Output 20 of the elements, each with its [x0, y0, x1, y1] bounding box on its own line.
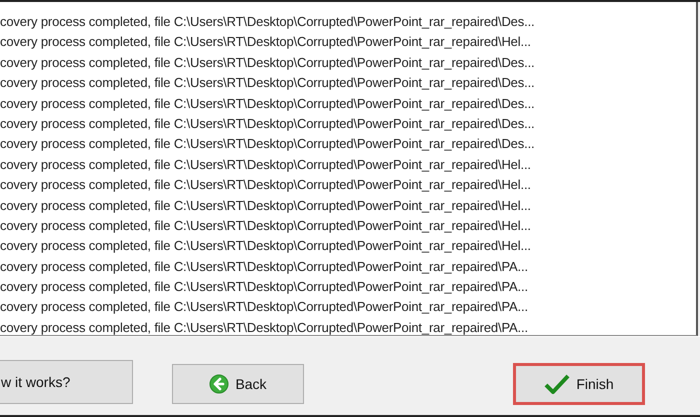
finish-button[interactable]: Finish — [513, 363, 645, 405]
log-line: covery process completed, file C:\Users\RT\Desktop\Corrupted\PowerPoint_rar_repaired\PA... — [0, 278, 529, 296]
back-button[interactable]: Back — [172, 364, 304, 404]
log-line: covery process completed, file C:\Users\RT\Desktop\Corrupted\PowerPoint_rar_repaired\Des... — [0, 54, 536, 72]
log-line: covery process completed, file C:\Users\RT\Desktop\Corrupted\PowerPoint_rar_repaired\Hel... — [0, 216, 532, 235]
log-line: covery process completed, file C:\Users\RT\Desktop\Corrupted\PowerPoint_rar_repaired\Hel... — [0, 156, 532, 174]
help-button[interactable]: w it works? — [0, 360, 133, 404]
log-line: covery process completed, file C:\Users\RT\Desktop\Corrupted\PowerPoint_rar_repaired\Hel... — [0, 237, 532, 256]
checkmark-icon — [544, 374, 570, 394]
log-line: covery process completed, file C:\Users\RT\Desktop\Corrupted\PowerPoint_rar_repaired\PA... — [0, 298, 529, 316]
log-line: covery process completed, file C:\Users\RT\Desktop\Corrupted\PowerPoint_rar_repaired\Des... — [0, 74, 536, 92]
log-line: covery process completed, file C:\Users\RT\Desktop\Corrupted\PowerPoint_rar_repaired\Hel... — [0, 196, 532, 215]
log-line: covery process completed, file C:\Users\RT\Desktop\Corrupted\PowerPoint_rar_repaired\Des... — [0, 114, 536, 133]
log-line: covery process completed, file C:\Users\RT\Desktop\Corrupted\PowerPoint_rar_repaired\Des... — [0, 135, 536, 154]
log-line: covery process completed, file C:\Users\RT\Desktop\Corrupted\PowerPoint_rar_repaired\PA... — [0, 318, 529, 335]
log-line: covery process completed, file C:\Users\RT\Desktop\Corrupted\PowerPoint_rar_repaired\Hel... — [0, 33, 532, 52]
log-line: covery process completed, file C:\Users\RT\Desktop\Corrupted\PowerPoint_rar_repaired\Hel... — [0, 176, 532, 194]
log-line: covery process completed, file C:\Users\RT\Desktop\Corrupted\PowerPoint_rar_repaired\PA... — [0, 258, 529, 276]
log-line: covery process completed, file C:\Users\RT\Desktop\Corrupted\PowerPoint_rar_repaired\Des... — [0, 13, 536, 31]
log-line: covery process completed, file C:\Users\RT\Desktop\Corrupted\PowerPoint_rar_repaired\Des... — [0, 94, 536, 113]
